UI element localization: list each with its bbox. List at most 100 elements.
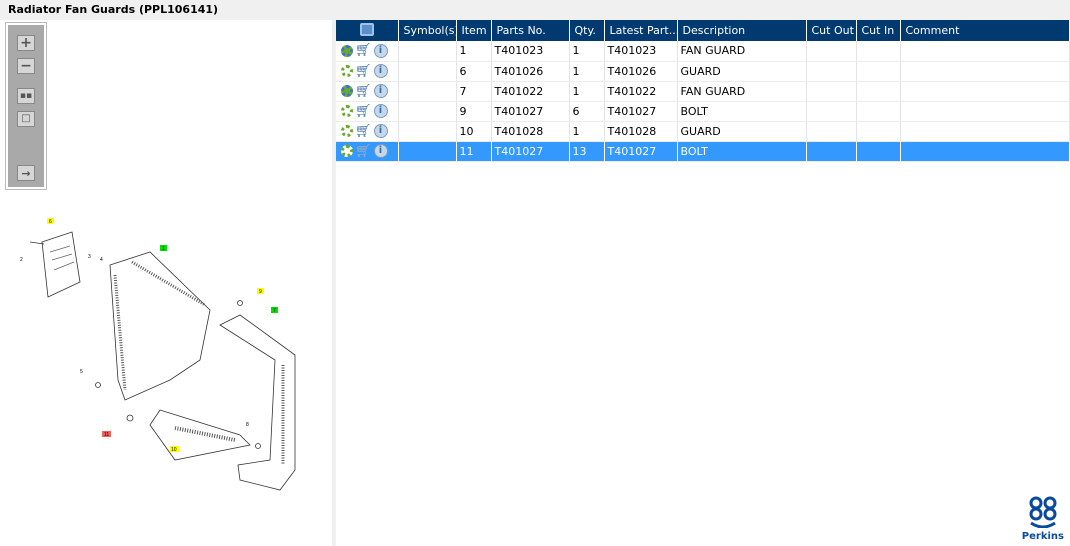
callout-9: 9: [259, 289, 262, 295]
cell-item: 1: [456, 41, 492, 62]
table-row[interactable]: 🛒︎ i 11 T401027 13 T401027 BOLT: [336, 141, 1070, 162]
cell-comment: [900, 41, 1070, 62]
page-title: Radiator Fan Guards (PPL106141): [0, 0, 1070, 20]
cell-qty: 1: [569, 81, 605, 102]
part-gear-icon[interactable]: [341, 65, 353, 77]
cell-part: T401022: [491, 81, 570, 102]
cell-comment: [900, 121, 1070, 142]
table-row[interactable]: 🛒︎ i 6 T401026 1 T401026 GUARD: [336, 61, 1070, 82]
table-row[interactable]: 🛒︎ i 1 T401023 1 T401023 FAN GUARD: [336, 41, 1070, 62]
search-parts-icon[interactable]: [359, 22, 374, 36]
column-header-7[interactable]: Cut Out: [806, 20, 857, 41]
callout-7: 7: [273, 308, 276, 314]
row-actions: 🛒︎ i: [336, 61, 399, 82]
row-actions: 🛒︎ i: [336, 141, 399, 162]
cell-cut-out: [806, 61, 857, 82]
callout-6: 6: [49, 219, 52, 225]
column-header-8[interactable]: Cut In: [856, 20, 901, 41]
perkins-logo-mark: [1029, 496, 1057, 529]
cell-part: T401026: [491, 61, 570, 82]
cell-cut-out: [806, 121, 857, 142]
table-row[interactable]: 🛒︎ i 7 T401022 1 T401022 FAN GUARD: [336, 81, 1070, 102]
column-header-6[interactable]: Description: [677, 20, 807, 41]
illustration-panel: + − ▪▪ □ → 6 1 9 7 11 10 2 3 4 5 8: [0, 20, 332, 546]
assembly-gears-icon[interactable]: [341, 44, 353, 57]
symbols-cell: [398, 141, 457, 162]
cell-latest: T401027: [604, 141, 678, 162]
cell-desc: GUARD: [677, 121, 807, 142]
info-icon[interactable]: i: [373, 64, 388, 78]
callout-2: 2: [20, 257, 23, 263]
cell-item: 7: [456, 81, 492, 102]
cell-desc: BOLT: [677, 141, 807, 162]
cell-comment: [900, 141, 1070, 162]
cell-part: T401028: [491, 121, 570, 142]
column-header-9[interactable]: Comment: [900, 20, 1070, 41]
cell-cut-in: [856, 121, 901, 142]
parts-diagram[interactable]: 6 1 9 7 11 10 2 3 4 5 8: [0, 20, 332, 546]
row-actions: 🛒︎ i: [336, 41, 399, 62]
cart-icon[interactable]: 🛒︎: [355, 84, 372, 99]
cell-part: T401023: [491, 41, 570, 62]
callout-8: 8: [246, 422, 249, 428]
callout-3: 3: [88, 254, 91, 260]
cell-part: T401027: [491, 141, 570, 162]
column-header-4[interactable]: Qty.: [569, 20, 605, 41]
cart-icon[interactable]: 🛒︎: [355, 144, 372, 159]
cell-cut-in: [856, 61, 901, 82]
cell-item: 9: [456, 101, 492, 122]
cell-latest: T401028: [604, 121, 678, 142]
callout-4: 4: [100, 257, 103, 263]
info-icon[interactable]: i: [373, 104, 388, 118]
info-icon[interactable]: i: [373, 124, 388, 138]
column-header-5[interactable]: Latest Part...: [604, 20, 678, 41]
row-actions: 🛒︎ i: [336, 121, 399, 142]
assembly-gears-icon[interactable]: [341, 85, 353, 97]
cell-cut-out: [806, 101, 857, 122]
perkins-logo-text: Perkins: [1021, 531, 1064, 542]
column-header-1[interactable]: Symbol(s): [398, 20, 457, 41]
cell-item: 10: [456, 121, 492, 142]
cell-cut-in: [856, 141, 901, 162]
cell-desc: FAN GUARD: [677, 41, 807, 62]
cell-item: 11: [456, 141, 492, 162]
cell-qty: 1: [569, 61, 605, 82]
cart-icon[interactable]: 🛒︎: [355, 124, 372, 139]
cell-qty: 1: [569, 121, 605, 142]
perkins-logo: Perkins: [1022, 496, 1064, 542]
callout-5: 5: [80, 369, 83, 375]
table-row[interactable]: 🛒︎ i 10 T401028 1 T401028 GUARD: [336, 121, 1070, 142]
info-icon[interactable]: i: [373, 43, 388, 58]
cell-latest: T401027: [604, 101, 678, 122]
cart-icon[interactable]: 🛒︎: [355, 104, 372, 119]
table-row[interactable]: 🛒︎ i 9 T401027 6 T401027 BOLT: [336, 101, 1070, 122]
cell-comment: [900, 81, 1070, 102]
column-header-0[interactable]: [336, 20, 399, 41]
part-gear-icon[interactable]: [341, 105, 353, 117]
parts-list-panel: Symbol(s) Item Parts No. Qty. Latest Part...…: [336, 20, 1070, 546]
column-header-2[interactable]: Item: [456, 20, 492, 41]
cell-desc: GUARD: [677, 61, 807, 82]
cell-comment: [900, 101, 1070, 122]
part-gear-icon[interactable]: [341, 145, 353, 157]
cart-icon[interactable]: 🛒︎: [355, 43, 372, 58]
cell-cut-out: [806, 41, 857, 62]
cell-cut-in: [856, 81, 901, 102]
part-gear-icon[interactable]: [341, 125, 353, 137]
symbols-cell: [398, 81, 457, 102]
cell-desc: FAN GUARD: [677, 81, 807, 102]
cell-qty: 13: [569, 141, 605, 162]
row-actions: 🛒︎ i: [336, 81, 399, 102]
parts-table: Symbol(s) Item Parts No. Qty. Latest Part...…: [336, 20, 1070, 162]
info-icon[interactable]: i: [373, 144, 388, 158]
info-icon[interactable]: i: [373, 84, 388, 98]
cell-latest: T401023: [604, 41, 678, 62]
column-header-3[interactable]: Parts No.: [491, 20, 570, 41]
symbols-cell: [398, 41, 457, 62]
symbols-cell: [398, 61, 457, 82]
cart-icon[interactable]: 🛒︎: [355, 64, 372, 79]
callout-10: 10: [171, 447, 177, 453]
symbols-cell: [398, 121, 457, 142]
cell-desc: BOLT: [677, 101, 807, 122]
cell-item: 6: [456, 61, 492, 82]
